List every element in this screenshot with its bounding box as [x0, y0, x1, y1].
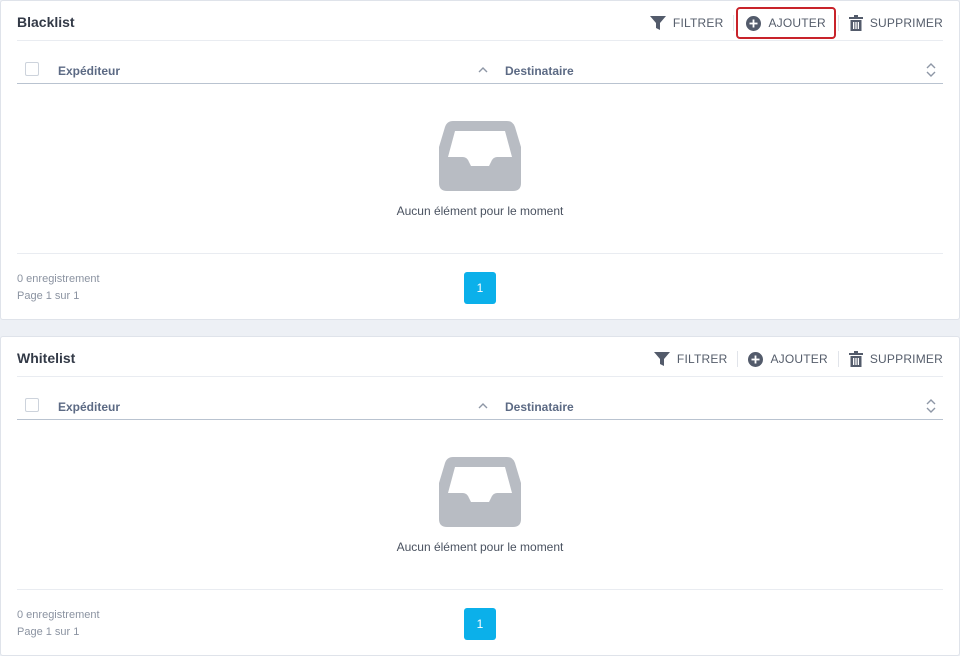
- column-header-sender[interactable]: Expéditeur: [58, 64, 120, 78]
- filter-button[interactable]: FILTRER: [640, 7, 734, 39]
- table-header: Expéditeur Destinataire: [17, 57, 943, 84]
- panel-footer: 0 enregistrement Page 1 sur 1 1: [17, 253, 943, 314]
- filter-icon: [649, 15, 666, 31]
- whitelist-panel: Whitelist FILTRER AJOUTER SUPPRIMER Expé…: [0, 336, 960, 656]
- toolbar: FILTRER AJOUTER SUPPRIMER: [644, 343, 943, 375]
- panel-footer: 0 enregistrement Page 1 sur 1 1: [17, 589, 943, 650]
- empty-state: Aucun élément pour le moment: [1, 455, 959, 554]
- record-count: 0 enregistrement: [17, 273, 100, 285]
- column-header-recipient[interactable]: Destinataire: [505, 400, 574, 414]
- filter-label: FILTRER: [676, 352, 728, 366]
- add-button[interactable]: AJOUTER: [738, 343, 837, 375]
- sort-icon[interactable]: [925, 62, 937, 83]
- chevron-up-icon[interactable]: [477, 63, 489, 81]
- page-info: Page 1 sur 1: [17, 626, 80, 638]
- delete-button[interactable]: SUPPRIMER: [839, 343, 943, 375]
- panel-header: Blacklist FILTRER AJOUTER SUPPRIMER: [17, 1, 943, 41]
- blacklist-panel: Blacklist FILTRER AJOUTER SUPPRIMER Expé…: [0, 0, 960, 320]
- record-count: 0 enregistrement: [17, 609, 100, 621]
- delete-label: SUPPRIMER: [869, 16, 943, 30]
- filter-label: FILTRER: [672, 16, 724, 30]
- add-label: AJOUTER: [770, 352, 828, 366]
- trash-icon: [848, 351, 863, 367]
- select-all-checkbox[interactable]: [25, 398, 39, 412]
- plus-circle-icon: [748, 351, 764, 367]
- delete-button[interactable]: SUPPRIMER: [839, 7, 943, 39]
- panel-header: Whitelist FILTRER AJOUTER SUPPRIMER: [17, 337, 943, 377]
- add-label: AJOUTER: [768, 16, 826, 30]
- delete-label: SUPPRIMER: [869, 352, 943, 366]
- panel-title: Blacklist: [17, 14, 75, 30]
- pagination-page-button[interactable]: 1: [464, 608, 496, 640]
- column-header-sender[interactable]: Expéditeur: [58, 400, 120, 414]
- sort-icon[interactable]: [925, 398, 937, 419]
- filter-button[interactable]: FILTRER: [644, 343, 738, 375]
- table-header: Expéditeur Destinataire: [17, 393, 943, 420]
- column-header-recipient[interactable]: Destinataire: [505, 64, 574, 78]
- filter-icon: [653, 351, 670, 367]
- toolbar-divider: [733, 15, 735, 31]
- empty-message: Aucun élément pour le moment: [396, 204, 564, 218]
- toolbar: FILTRER AJOUTER SUPPRIMER: [640, 7, 943, 39]
- inbox-tray-icon: [439, 121, 521, 191]
- add-button[interactable]: AJOUTER: [736, 7, 836, 39]
- plus-circle-icon: [746, 15, 762, 31]
- page-info: Page 1 sur 1: [17, 290, 80, 302]
- empty-message: Aucun élément pour le moment: [396, 540, 564, 554]
- chevron-up-icon[interactable]: [477, 399, 489, 417]
- select-all-checkbox[interactable]: [25, 62, 39, 76]
- panel-title: Whitelist: [17, 350, 76, 366]
- inbox-tray-icon: [439, 457, 521, 527]
- trash-icon: [848, 15, 863, 31]
- empty-state: Aucun élément pour le moment: [1, 119, 959, 218]
- pagination-page-button[interactable]: 1: [464, 272, 496, 304]
